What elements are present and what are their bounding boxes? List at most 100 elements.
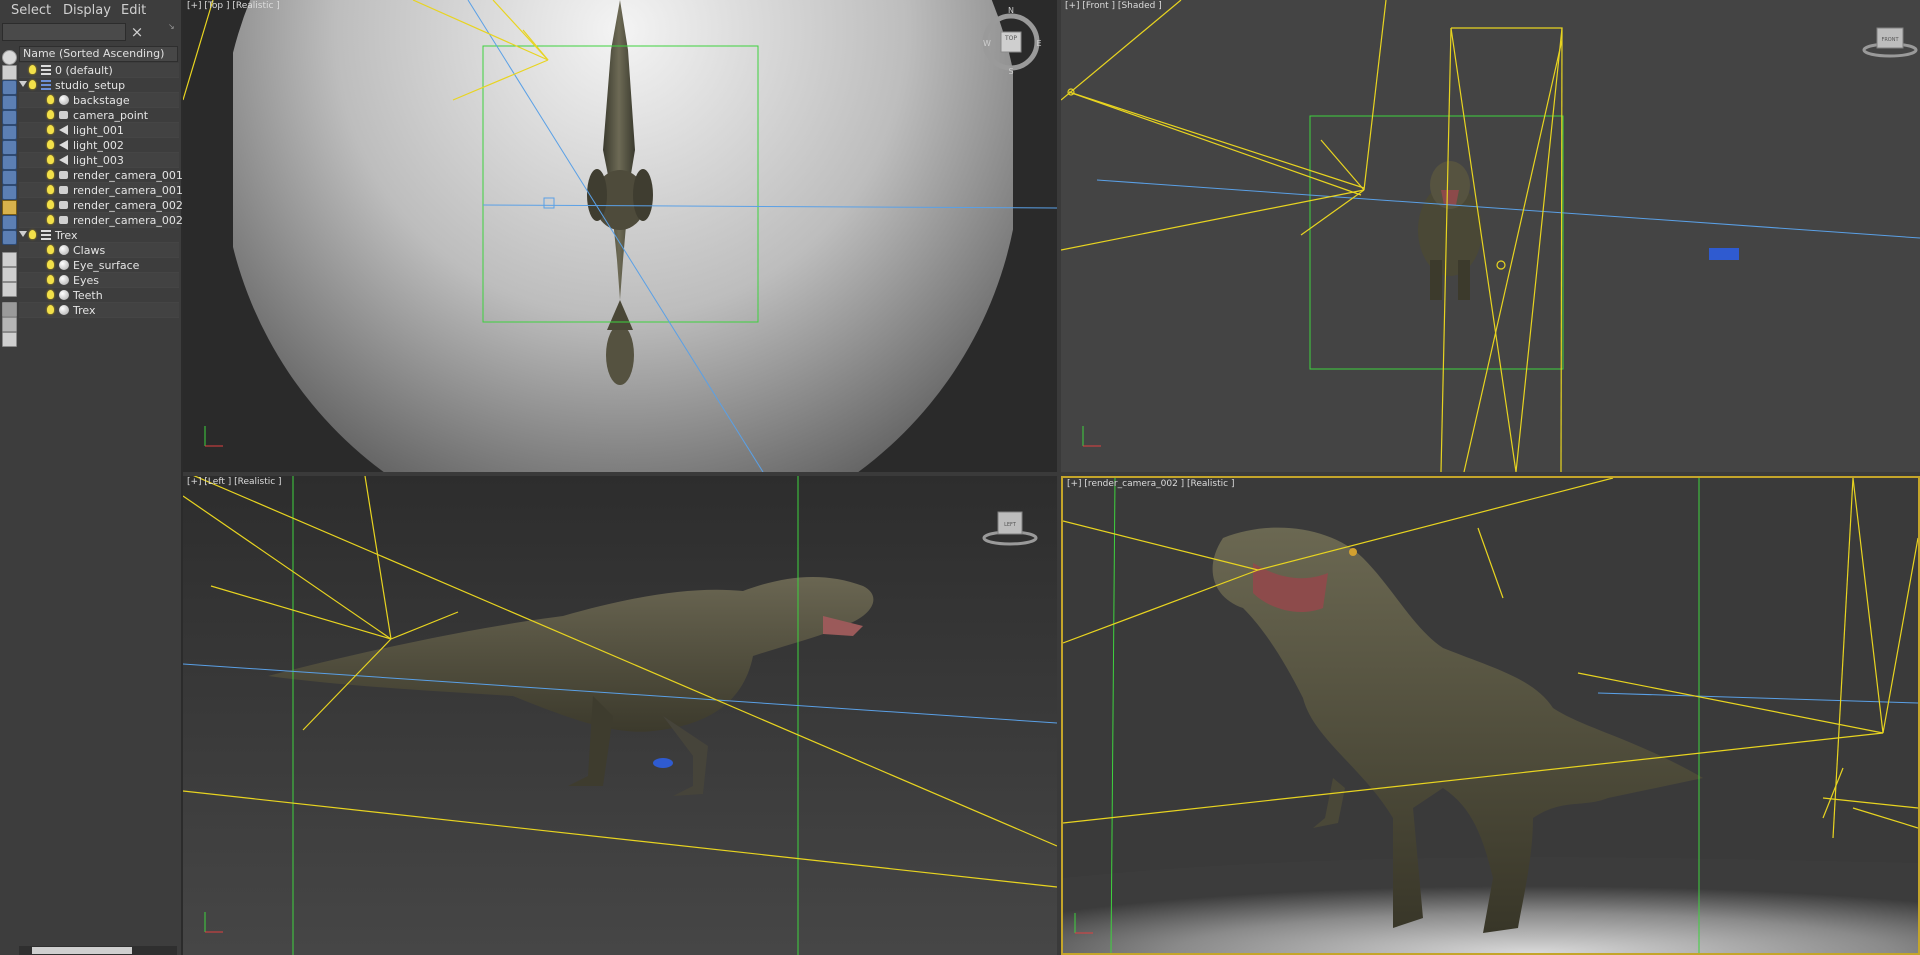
- trex-side-silhouette: [268, 576, 874, 796]
- filter-lights-icon[interactable]: [2, 110, 17, 125]
- tree-row[interactable]: Trex: [19, 303, 179, 318]
- camera-icon: [59, 216, 68, 224]
- visibility-bulb-icon[interactable]: [29, 230, 36, 239]
- filter-options-icon[interactable]: [2, 317, 17, 332]
- tree-row[interactable]: render_camera_002: [19, 213, 183, 228]
- tree-row[interactable]: Claws: [19, 243, 179, 258]
- compass-n: N: [1008, 6, 1014, 15]
- visibility-bulb-icon[interactable]: [47, 200, 54, 209]
- visibility-bulb-icon[interactable]: [47, 215, 54, 224]
- filter-xrefs-icon[interactable]: [2, 185, 17, 200]
- sphere-icon: [59, 290, 69, 300]
- clear-search-icon[interactable]: ×: [130, 24, 144, 40]
- top-view-scene: TOP N S W E: [183, 0, 1057, 472]
- sphere-icon: [59, 95, 69, 105]
- viewport-divider-horizontal[interactable]: [183, 472, 1920, 476]
- tree-row[interactable]: light_002: [19, 138, 179, 153]
- viewport-front[interactable]: FRONT [+] [Front ] [Shaded ]: [1061, 0, 1920, 472]
- tree-item-label: studio_setup: [55, 79, 126, 92]
- tree-row[interactable]: Eye_surface: [19, 258, 179, 273]
- light-icon: [59, 155, 68, 165]
- tree-row[interactable]: studio_setup: [19, 78, 179, 93]
- tree-row[interactable]: Teeth: [19, 288, 179, 303]
- viewport-divider-vertical[interactable]: [1057, 0, 1061, 955]
- display-none-icon[interactable]: [2, 50, 17, 65]
- visibility-bulb-icon[interactable]: [47, 290, 54, 299]
- camera-icon: [59, 111, 68, 119]
- visibility-bulb-icon[interactable]: [47, 260, 54, 269]
- viewport-left[interactable]: LEFT [+] [Left ] [Realistic ]: [183, 476, 1057, 955]
- filter-helpers-icon[interactable]: [2, 140, 17, 155]
- visibility-bulb-icon[interactable]: [47, 245, 54, 254]
- horizontal-scrollbar[interactable]: [19, 946, 177, 955]
- tree-row[interactable]: light_001: [19, 123, 179, 138]
- visibility-bulb-icon[interactable]: [29, 80, 36, 89]
- tree-row[interactable]: render_camera_001: [19, 168, 183, 183]
- scrollbar-thumb[interactable]: [32, 947, 132, 954]
- layer-manager-icon[interactable]: [2, 282, 17, 297]
- tree-row[interactable]: Trex: [19, 228, 179, 243]
- tree-row[interactable]: camera_point: [19, 108, 179, 123]
- column-header-name[interactable]: Name (Sorted Ascending): [19, 46, 178, 62]
- menu-edit[interactable]: Edit: [121, 3, 146, 18]
- visibility-bulb-icon[interactable]: [47, 140, 54, 149]
- explorer-menubar: Select Display Edit: [0, 0, 181, 22]
- visibility-bulb-icon[interactable]: [47, 110, 54, 119]
- viewport-label-top[interactable]: [+] [Top ] [Realistic ]: [187, 1, 280, 11]
- expand-triangle-icon[interactable]: [19, 231, 27, 237]
- display-all-icon[interactable]: [2, 65, 17, 80]
- viewport-top[interactable]: TOP N S W E [+] [Top ] [Realistic ]: [183, 0, 1057, 472]
- visibility-bulb-icon[interactable]: [47, 95, 54, 104]
- tree-row[interactable]: 0 (default): [19, 63, 179, 78]
- visibility-bulb-icon[interactable]: [47, 170, 54, 179]
- visibility-bulb-icon[interactable]: [47, 185, 54, 194]
- viewport-label-camera[interactable]: [+] [render_camera_002 ] [Realistic ]: [1067, 479, 1234, 489]
- pin-icon[interactable]: ↘: [168, 22, 175, 31]
- visibility-bulb-icon[interactable]: [47, 275, 54, 284]
- light-icon: [59, 125, 68, 135]
- layer-icon: [41, 230, 51, 240]
- visibility-bulb-icon[interactable]: [47, 155, 54, 164]
- filter-groups-icon[interactable]: [2, 170, 17, 185]
- tree-row[interactable]: backstage: [19, 93, 179, 108]
- filter-geometry-icon[interactable]: [2, 80, 17, 95]
- camera-icon: [653, 758, 673, 768]
- tree-row[interactable]: render_camera_001: [19, 183, 183, 198]
- tree-item-label: Eye_surface: [73, 259, 140, 272]
- tree-row[interactable]: light_003: [19, 153, 179, 168]
- filter-shapes-icon[interactable]: [2, 95, 17, 110]
- tree-item-label: render_camera_002: [73, 214, 183, 227]
- tree-item-label: backstage: [73, 94, 130, 107]
- filter-containers-icon[interactable]: [2, 215, 17, 230]
- visibility-bulb-icon[interactable]: [47, 125, 54, 134]
- filter-spacewarps-icon[interactable]: [2, 155, 17, 170]
- tree-item-label: Teeth: [73, 289, 103, 302]
- tree-item-label: light_001: [73, 124, 124, 137]
- sphere-icon: [59, 245, 69, 255]
- filter-icon[interactable]: [2, 302, 17, 317]
- viewport-camera[interactable]: [+] [render_camera_002 ] [Realistic ]: [1061, 476, 1920, 955]
- menu-select[interactable]: Select: [11, 3, 51, 18]
- visibility-bulb-icon[interactable]: [29, 65, 36, 74]
- camera-icon: [59, 201, 68, 209]
- search-input[interactable]: [2, 23, 126, 41]
- tree-row[interactable]: Eyes: [19, 273, 179, 288]
- filter-frozen-icon[interactable]: [2, 230, 17, 245]
- viewport-label-left[interactable]: [+] [Left ] [Realistic ]: [187, 477, 282, 487]
- viewcube-label: FRONT: [1881, 37, 1899, 43]
- sort-icon[interactable]: [2, 332, 17, 347]
- sphere-icon: [59, 260, 69, 270]
- filter-bones-icon[interactable]: [2, 200, 17, 215]
- visibility-bulb-icon[interactable]: [47, 305, 54, 314]
- compass-s: S: [1008, 67, 1013, 76]
- tree-item-label: Claws: [73, 244, 106, 257]
- tree-row[interactable]: render_camera_002: [19, 198, 183, 213]
- filter-cameras-icon[interactable]: [2, 125, 17, 140]
- page-icon[interactable]: [2, 252, 17, 267]
- menu-display[interactable]: Display: [63, 3, 111, 18]
- tree-item-label: Eyes: [73, 274, 99, 287]
- viewport-label-front[interactable]: [+] [Front ] [Shaded ]: [1065, 1, 1162, 11]
- document-icon[interactable]: [2, 267, 17, 282]
- tree-item-label: Trex: [73, 304, 96, 317]
- expand-triangle-icon[interactable]: [19, 81, 27, 87]
